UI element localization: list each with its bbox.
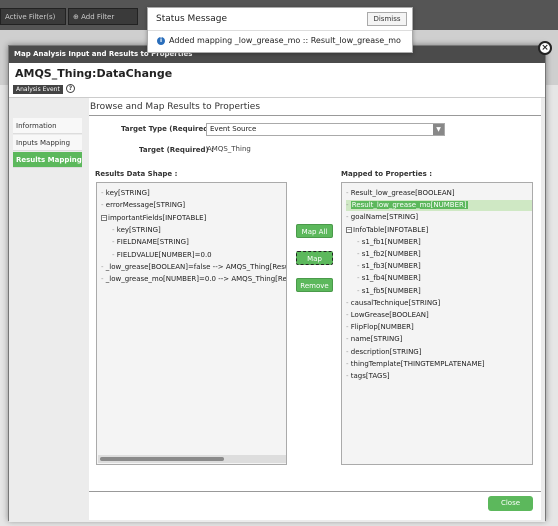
chevron-down-icon[interactable]: ▼	[433, 124, 444, 135]
tree-item-label: key[STRING]	[116, 225, 161, 234]
tree-item-label: causalTechnique[STRING]	[350, 298, 441, 307]
results-data-shape-tree[interactable]: - key[STRING] - errorMessage[STRING] − impo…	[96, 182, 287, 465]
tree-item-label: importantFields[INFOTABLE]	[108, 213, 207, 222]
tree-item[interactable]: - goalName[STRING]	[346, 212, 418, 223]
tree-item[interactable]: - s1_fb2[NUMBER]	[357, 249, 421, 260]
tree-item-label: tags[TAGS]	[350, 372, 390, 380]
tree-item-label: _low_grease[BOOLEAN]=false --> AMQS_Thin…	[105, 262, 286, 271]
tree-item[interactable]: - Result_low_grease[BOOLEAN]	[346, 188, 455, 199]
tree-item[interactable]: - key[STRING]	[101, 188, 150, 199]
target-type-select[interactable]: Event Source ▼	[206, 123, 445, 136]
tree-item[interactable]: - _low_grease_mo[NUMBER]=0.0 --> AMQS_Th…	[101, 274, 287, 285]
tree-item[interactable]: - FIELDVALUE[NUMBER]=0.0	[112, 250, 212, 261]
info-icon: i	[157, 37, 165, 45]
close-button[interactable]: Close	[488, 496, 533, 511]
tree-item-label: Result_low_grease[BOOLEAN]	[350, 189, 455, 197]
status-message-text: Added mapping _low_grease_mo :: Result_l…	[169, 36, 401, 45]
tree-item-label: s1_fb2[NUMBER]	[361, 250, 421, 258]
thing-title: AMQS_Thing:DataChange	[15, 67, 173, 80]
target-type-value: Event Source	[210, 125, 257, 133]
tree-item[interactable]: - _low_grease[BOOLEAN]=false --> AMQS_Th…	[101, 262, 286, 273]
active-filters-button[interactable]: Active Filter(s)	[0, 8, 66, 25]
tree-item-label: errorMessage[STRING]	[105, 201, 186, 210]
add-filter-label: Add Filter	[81, 13, 115, 21]
dialog-header: AMQS_Thing:DataChange Analysis Event ?	[9, 63, 545, 97]
status-divider	[148, 30, 412, 31]
target-value: AMQS_Thing	[207, 145, 251, 153]
nav-item-information[interactable]: Information	[13, 118, 82, 134]
results-data-shape-label: Results Data Shape :	[95, 170, 178, 178]
active-filters-label: Active Filter(s)	[5, 13, 56, 21]
tree-item[interactable]: − InfoTable[INFOTABLE]	[346, 225, 428, 236]
analysis-event-badge: Analysis Event	[13, 85, 63, 94]
tree-item[interactable]: - LowGrease[BOOLEAN]	[346, 310, 429, 321]
section-title: Browse and Map Results to Properties	[90, 102, 261, 112]
dismiss-button[interactable]: Dismiss	[367, 12, 407, 26]
target-label: Target (Required) :	[139, 146, 214, 154]
tree-item-label: InfoTable[INFOTABLE]	[353, 225, 429, 234]
mapped-properties-tree[interactable]: - Result_low_grease[BOOLEAN] - Result_low…	[341, 182, 533, 465]
tree-item[interactable]: - s1_fb3[NUMBER]	[357, 261, 421, 272]
section-divider	[89, 115, 541, 116]
tree-item-label: FlipFlop[NUMBER]	[350, 323, 414, 332]
tree-item[interactable]: - s1_fb4[NUMBER]	[357, 273, 421, 284]
tree-item[interactable]: - description[STRING]	[346, 347, 421, 358]
dialog-nav: Information Inputs Mapping Results Mappi…	[13, 118, 82, 169]
tree-expander-icon[interactable]: −	[346, 226, 352, 233]
tree-item[interactable]: - FlipFlop[NUMBER]	[346, 322, 414, 333]
tree-item-label: name[STRING]	[350, 335, 403, 344]
nav-item-results-mapping[interactable]: Results Mapping	[13, 152, 82, 168]
map-analysis-dialog: Map Analysis Input and Results to Proper…	[8, 45, 546, 522]
nav-item-inputs-mapping[interactable]: Inputs Mapping	[13, 135, 82, 151]
close-icon[interactable]: ×	[538, 41, 552, 55]
tree-item[interactable]: - Result_low_grease_mo[NUMBER]	[346, 200, 532, 212]
status-title: Status Message	[156, 14, 227, 24]
tree-item-label: key[STRING]	[105, 189, 150, 197]
target-type-label: Target Type (Required) :	[121, 125, 217, 133]
remove-button[interactable]: Remove	[296, 278, 333, 292]
tree-item-label: LowGrease[BOOLEAN]	[350, 311, 429, 319]
dialog-body: Information Inputs Mapping Results Mappi…	[9, 97, 545, 522]
horizontal-scrollbar[interactable]	[98, 455, 286, 463]
plus-icon: ⊕	[73, 13, 82, 21]
tree-item[interactable]: - thingTemplate[THINGTEMPLATENAME]	[346, 359, 485, 370]
map-all-button[interactable]: Map All	[296, 224, 333, 238]
tree-item-label: s1_fb1[NUMBER]	[361, 237, 421, 246]
results-mapping-content: Browse and Map Results to Properties Tar…	[89, 98, 541, 520]
tree-item[interactable]: - causalTechnique[STRING]	[346, 298, 440, 309]
tree-item[interactable]: - FIELDNAME[STRING]	[112, 237, 189, 248]
tree-item-label: s1_fb3[NUMBER]	[361, 262, 421, 271]
tree-item-label: _low_grease_mo[NUMBER]=0.0 --> AMQS_Thin…	[105, 275, 287, 284]
tree-item-label: s1_fb4[NUMBER]	[361, 274, 421, 283]
tree-item[interactable]: − importantFields[INFOTABLE]	[101, 213, 206, 224]
add-filter-button[interactable]: ⊕ Add Filter	[68, 8, 138, 25]
tree-item-label: s1_fb5[NUMBER]	[361, 286, 421, 295]
tree-item-label: goalName[STRING]	[350, 213, 419, 222]
tree-expander-icon[interactable]: −	[101, 214, 107, 221]
tree-item[interactable]: - s1_fb5[NUMBER]	[357, 286, 421, 297]
mapped-properties-label: Mapped to Properties :	[341, 170, 432, 178]
tree-item[interactable]: - name[STRING]	[346, 334, 402, 345]
map-button[interactable]: Map	[296, 251, 333, 265]
footer-divider	[89, 491, 541, 492]
help-icon[interactable]: ?	[66, 84, 75, 93]
tree-item[interactable]: - tags[TAGS]	[346, 371, 390, 382]
tree-item-label: FIELDVALUE[NUMBER]=0.0	[116, 250, 212, 259]
scrollbar-thumb[interactable]	[100, 457, 224, 461]
tree-item[interactable]: - s1_fb1[NUMBER]	[357, 237, 421, 248]
tree-item[interactable]: - key[STRING]	[112, 225, 161, 236]
tree-item-label: description[STRING]	[350, 347, 422, 356]
tree-item-label: FIELDNAME[STRING]	[116, 238, 189, 247]
tree-item[interactable]: - errorMessage[STRING]	[101, 200, 185, 211]
tree-item-label: thingTemplate[THINGTEMPLATENAME]	[350, 359, 485, 368]
status-message-toast: Status Message Dismiss i Added mapping _…	[147, 7, 413, 53]
tree-item-label: Result_low_grease_mo[NUMBER]	[350, 201, 468, 210]
